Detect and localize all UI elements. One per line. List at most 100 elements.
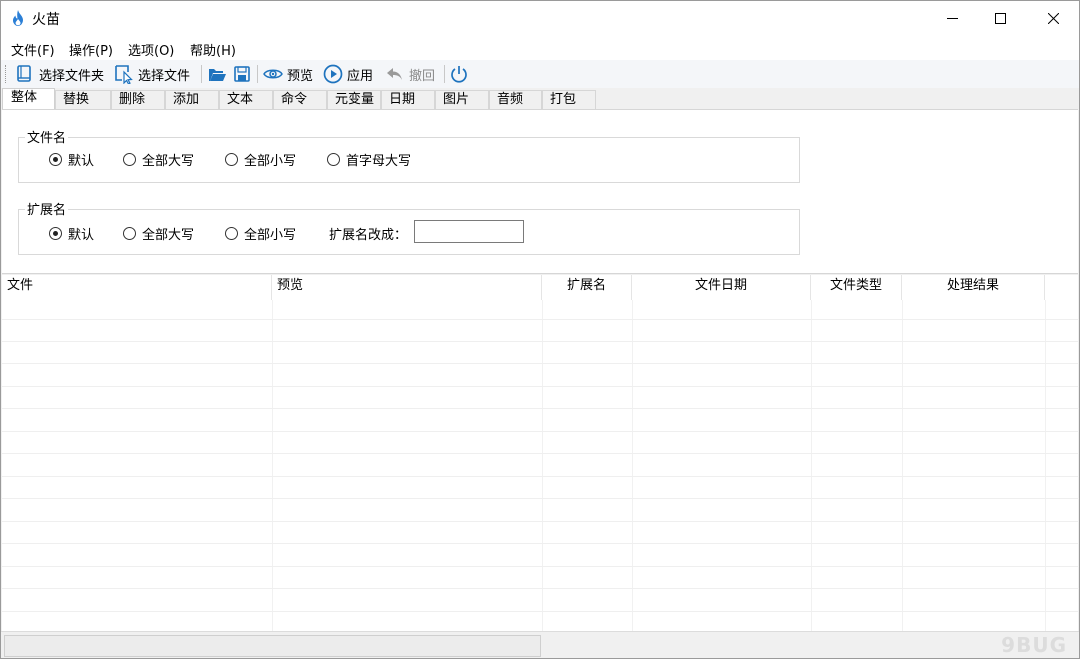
grid-line (2, 408, 1078, 409)
tab-strip: 整体 替换 删除 添加 文本 命令 元变量 日期 图片 音频 打包 (1, 88, 1079, 109)
tab-package[interactable]: 打包 (542, 90, 596, 109)
grid-line (272, 300, 273, 631)
cursor-select-icon (115, 65, 133, 84)
select-folder-button[interactable]: 选择文件夹 (15, 63, 104, 85)
radio-label: 默认 (68, 154, 95, 169)
grid-line (902, 300, 903, 631)
filename-radio-lowercase[interactable]: 全部小写 (225, 150, 296, 169)
tab-overall[interactable]: 整体 (2, 88, 55, 109)
grid-line (2, 498, 1078, 499)
radio-circle[interactable] (123, 227, 136, 240)
radio-label: 全部小写 (244, 154, 297, 169)
select-file-label: 选择文件 (138, 68, 191, 84)
column-header-result[interactable]: 处理结果 (902, 275, 1045, 300)
filename-radio-uppercase[interactable]: 全部大写 (123, 150, 194, 169)
grid-line (632, 300, 633, 631)
menu-help[interactable]: 帮助(H) (190, 40, 236, 59)
grid-line (2, 543, 1078, 544)
filename-radio-default[interactable]: 默认 (49, 150, 94, 169)
tab-command[interactable]: 命令 (273, 90, 327, 109)
save-button[interactable] (232, 63, 252, 85)
tab-date[interactable]: 日期 (381, 90, 435, 109)
tab-replace[interactable]: 替换 (55, 90, 111, 109)
minimize-button[interactable] (929, 1, 975, 35)
radio-circle[interactable] (49, 153, 62, 166)
minimize-icon (946, 17, 958, 19)
radio-circle[interactable] (225, 227, 238, 240)
grid-line (2, 566, 1078, 567)
tab-text[interactable]: 文本 (219, 90, 273, 109)
column-header-extension[interactable]: 扩展名 (542, 275, 632, 300)
menu-bar: 文件(F) 操作(P) 选项(O) 帮助(H) (1, 35, 1079, 60)
toolbar-separator (201, 65, 202, 83)
window-title: 火苗 (32, 12, 60, 28)
radio-label: 全部大写 (142, 154, 195, 169)
select-file-button[interactable]: 选择文件 (114, 63, 190, 85)
extension-radio-default[interactable]: 默认 (49, 224, 94, 243)
grid-line (2, 386, 1078, 387)
floppy-disk-icon (234, 66, 250, 82)
power-button[interactable] (449, 63, 469, 85)
column-header-file-type[interactable]: 文件类型 (811, 275, 902, 300)
radio-circle[interactable] (123, 153, 136, 166)
watermark-logo: 9BUG (1001, 633, 1067, 657)
flame-icon (13, 10, 23, 26)
close-button[interactable] (1030, 1, 1076, 35)
grid-line (2, 431, 1078, 432)
toolbar-separator (257, 65, 258, 83)
eye-icon (263, 69, 283, 79)
column-header-file-date[interactable]: 文件日期 (632, 275, 811, 300)
radio-circle[interactable] (225, 153, 238, 166)
tab-panel-overall: 文件名 默认 全部大写 全部小写 首字母大写 扩展名 默认 全部大写 全部小写 … (2, 109, 1078, 274)
column-header-preview[interactable]: 预览 (272, 275, 542, 300)
filename-group-legend: 文件名 (25, 127, 69, 146)
app-window: 火苗 文件(F) 操作(P) 选项(O) 帮助(H) 选择文件夹 选择文件 预览… (0, 0, 1080, 659)
extension-radio-uppercase[interactable]: 全部大写 (123, 224, 194, 243)
tab-delete[interactable]: 删除 (111, 90, 165, 109)
radio-label: 全部小写 (244, 228, 297, 243)
filename-radio-capitalize[interactable]: 首字母大写 (327, 150, 411, 169)
extension-radio-lowercase[interactable]: 全部小写 (225, 224, 296, 243)
undo-arrow-icon (387, 68, 402, 80)
tab-add[interactable]: 添加 (165, 90, 219, 109)
play-circle-icon (323, 64, 343, 84)
open-button[interactable] (207, 63, 227, 85)
grid-line (2, 453, 1078, 454)
grid-line (2, 319, 1078, 320)
grid-line (2, 611, 1078, 612)
preview-label: 预览 (287, 68, 314, 84)
grid-line (2, 588, 1078, 589)
extension-change-input[interactable] (414, 220, 524, 243)
toolbar: 选择文件夹 选择文件 预览 应用 撤回 (1, 60, 1079, 88)
apply-button[interactable]: 应用 (323, 63, 373, 85)
grid-line (2, 521, 1078, 522)
maximize-button[interactable] (977, 1, 1023, 35)
column-header-file[interactable]: 文件 (2, 275, 272, 300)
file-list[interactable]: 文件 预览 扩展名 文件日期 文件类型 处理结果 (2, 275, 1078, 631)
grid-line (1045, 300, 1046, 631)
radio-label: 首字母大写 (346, 154, 412, 169)
radio-circle[interactable] (49, 227, 62, 240)
toolbar-grip[interactable] (5, 65, 7, 83)
title-bar: 火苗 (1, 1, 1079, 35)
grid-line (2, 341, 1078, 342)
tab-image[interactable]: 图片 (435, 90, 489, 109)
undo-button[interactable]: 撤回 (385, 63, 435, 85)
maximize-icon (994, 12, 1006, 24)
radio-label: 默认 (68, 228, 95, 243)
undo-label: 撤回 (409, 68, 436, 84)
close-icon (1047, 12, 1059, 24)
menu-options[interactable]: 选项(O) (128, 40, 174, 59)
tab-audio[interactable]: 音频 (489, 90, 542, 109)
tab-metavariable[interactable]: 元变量 (327, 90, 381, 109)
preview-button[interactable]: 预览 (263, 63, 313, 85)
extension-group-legend: 扩展名 (25, 199, 69, 218)
status-panel (4, 635, 541, 657)
list-header: 文件 预览 扩展名 文件日期 文件类型 处理结果 (2, 275, 1078, 300)
extension-change-label: 扩展名改成： (329, 228, 408, 243)
apply-label: 应用 (347, 68, 374, 84)
menu-file[interactable]: 文件(F) (11, 40, 55, 59)
radio-circle[interactable] (327, 153, 340, 166)
grid-line (811, 300, 812, 631)
menu-operation[interactable]: 操作(P) (69, 40, 113, 59)
